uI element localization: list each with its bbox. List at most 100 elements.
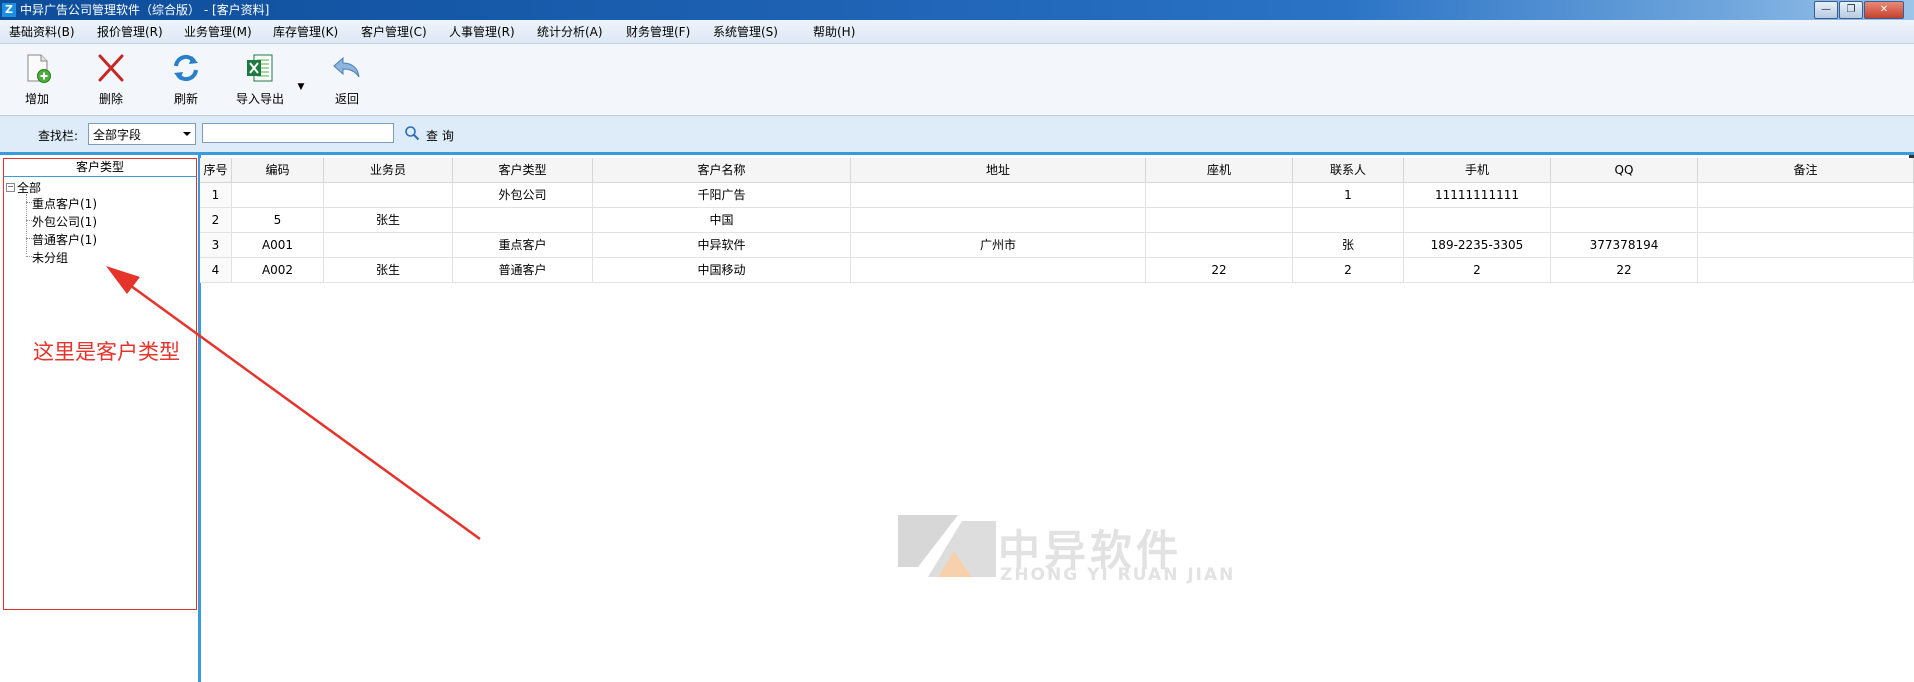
- table-cell[interactable]: 普通客户: [453, 258, 593, 283]
- back-arrow-icon: [331, 52, 363, 84]
- menu-hr[interactable]: 人事管理(R): [449, 24, 515, 40]
- menu-finance[interactable]: 财务管理(F): [626, 24, 690, 40]
- menu-system[interactable]: 系统管理(S): [713, 24, 778, 40]
- minimize-button[interactable]: —: [1814, 1, 1838, 19]
- table-cell[interactable]: A001: [232, 233, 324, 258]
- column-header[interactable]: QQ: [1551, 158, 1698, 183]
- tree-node-outsourcing[interactable]: 外包公司(1): [32, 213, 97, 230]
- table-cell[interactable]: 11111111111: [1404, 183, 1551, 208]
- table-cell[interactable]: 张生: [324, 208, 453, 233]
- tree-node-ungrouped[interactable]: 未分组: [32, 249, 68, 266]
- import-export-dropdown[interactable]: ▼: [296, 78, 306, 92]
- maximize-button[interactable]: ❐: [1839, 1, 1863, 19]
- table-cell[interactable]: [232, 183, 324, 208]
- menu-basic-data[interactable]: 基础资料(B): [9, 24, 75, 40]
- table-cell[interactable]: [851, 258, 1146, 283]
- table-cell[interactable]: 22: [1551, 258, 1698, 283]
- table-cell[interactable]: [1293, 208, 1404, 233]
- search-bar: 查找栏: 全部字段 查 询: [0, 115, 1914, 155]
- table-cell[interactable]: [1698, 233, 1914, 258]
- table-cell[interactable]: 2: [1404, 258, 1551, 283]
- delete-button[interactable]: 删除: [94, 52, 128, 107]
- column-header[interactable]: 联系人: [1293, 158, 1404, 183]
- table-cell[interactable]: [453, 208, 593, 233]
- zhongyi-logo-icon: [898, 515, 996, 577]
- table-cell[interactable]: [1404, 208, 1551, 233]
- table-cell[interactable]: 外包公司: [453, 183, 593, 208]
- watermark-subtext: ZHONG YI RUAN JIAN: [1000, 565, 1236, 585]
- table-cell[interactable]: [851, 183, 1146, 208]
- table-cell[interactable]: A002: [232, 258, 324, 283]
- table-cell[interactable]: [1698, 183, 1914, 208]
- table-cell[interactable]: [1551, 183, 1698, 208]
- row-number-cell[interactable]: 4: [200, 258, 232, 283]
- tree-collapse-icon[interactable]: −: [6, 183, 15, 192]
- customer-type-header: 客户类型: [4, 159, 196, 177]
- table-cell[interactable]: [1146, 183, 1293, 208]
- menu-customer[interactable]: 客户管理(C): [361, 24, 427, 40]
- menu-business[interactable]: 业务管理(M): [184, 24, 252, 40]
- tree-node-all[interactable]: 全部: [17, 179, 41, 196]
- menu-quote[interactable]: 报价管理(R): [97, 24, 163, 40]
- add-button[interactable]: 增加: [20, 52, 54, 107]
- excel-icon: [244, 52, 276, 84]
- search-field-select[interactable]: 全部字段: [88, 123, 196, 145]
- table-cell[interactable]: 重点客户: [453, 233, 593, 258]
- table-cell[interactable]: 广州市: [851, 233, 1146, 258]
- refresh-button[interactable]: 刷新: [169, 52, 203, 107]
- search-input[interactable]: [202, 123, 394, 143]
- add-document-icon: [21, 52, 53, 84]
- column-header[interactable]: 客户类型: [453, 158, 593, 183]
- chevron-down-icon: ▼: [297, 82, 305, 92]
- menu-help[interactable]: 帮助(H): [813, 24, 855, 40]
- column-header[interactable]: 业务员: [324, 158, 453, 183]
- delete-x-icon: [95, 52, 127, 84]
- table-cell[interactable]: [1698, 258, 1914, 283]
- column-header[interactable]: 座机: [1146, 158, 1293, 183]
- table-cell[interactable]: 张: [1293, 233, 1404, 258]
- app-icon: Z: [2, 3, 16, 17]
- column-header[interactable]: 地址: [851, 158, 1146, 183]
- menu-statistics[interactable]: 统计分析(A): [537, 24, 603, 40]
- row-number-cell[interactable]: 1: [200, 183, 232, 208]
- tree-node-key-customer[interactable]: 重点客户(1): [32, 195, 97, 212]
- column-header[interactable]: 编码: [232, 158, 324, 183]
- table-cell[interactable]: [324, 233, 453, 258]
- column-header[interactable]: 序号: [200, 158, 232, 183]
- customer-type-panel: 客户类型 − 全部 重点客户(1) 外包公司(1) 普通客户(1) 未分组: [0, 155, 201, 682]
- annotation-text: 这里是客户类型: [33, 340, 180, 364]
- chevron-down-icon: [183, 132, 191, 136]
- row-number-cell[interactable]: 3: [200, 233, 232, 258]
- table-cell[interactable]: 2: [1293, 258, 1404, 283]
- table-cell[interactable]: [324, 183, 453, 208]
- window-title: 中异广告公司管理软件（综合版） - [客户资料]: [20, 3, 270, 17]
- table-cell[interactable]: 189-2235-3305: [1404, 233, 1551, 258]
- table-cell[interactable]: [851, 208, 1146, 233]
- menu-inventory[interactable]: 库存管理(K): [273, 24, 338, 40]
- title-bar: Z 中异广告公司管理软件（综合版） - [客户资料] — ❐ ✕: [0, 0, 1914, 20]
- close-button[interactable]: ✕: [1864, 1, 1904, 19]
- table-cell[interactable]: [1698, 208, 1914, 233]
- table-cell[interactable]: [1551, 208, 1698, 233]
- table-cell[interactable]: 中国移动: [593, 258, 851, 283]
- table-cell[interactable]: 张生: [324, 258, 453, 283]
- column-header[interactable]: 客户名称: [593, 158, 851, 183]
- column-header[interactable]: 备注: [1698, 158, 1914, 183]
- search-label: 查找栏:: [38, 129, 79, 143]
- refresh-label: 刷新: [173, 92, 198, 106]
- row-number-cell[interactable]: 2: [200, 208, 232, 233]
- back-button[interactable]: 返回: [330, 52, 364, 107]
- table-cell[interactable]: 千阳广告: [593, 183, 851, 208]
- table-cell[interactable]: 中国: [593, 208, 851, 233]
- tree-node-normal-customer[interactable]: 普通客户(1): [32, 231, 97, 248]
- table-cell[interactable]: 5: [232, 208, 324, 233]
- column-header[interactable]: 手机: [1404, 158, 1551, 183]
- table-cell[interactable]: 377378194: [1551, 233, 1698, 258]
- table-cell[interactable]: [1146, 208, 1293, 233]
- table-cell[interactable]: 1: [1293, 183, 1404, 208]
- table-cell[interactable]: 中异软件: [593, 233, 851, 258]
- import-export-button[interactable]: 导入导出: [234, 52, 286, 107]
- table-cell[interactable]: [1146, 233, 1293, 258]
- query-label: 查 询: [426, 129, 454, 143]
- table-cell[interactable]: 22: [1146, 258, 1293, 283]
